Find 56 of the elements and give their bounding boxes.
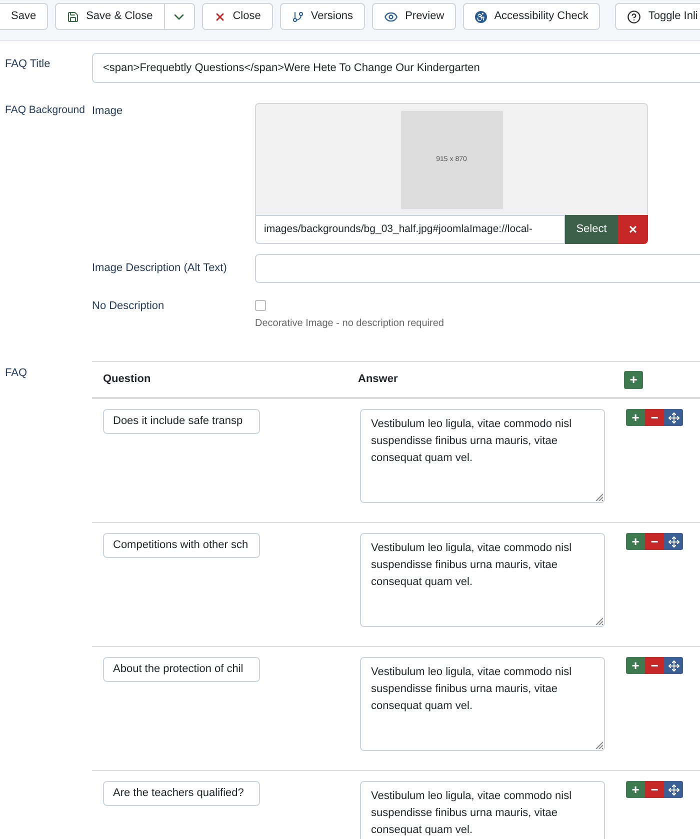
move-icon — [668, 536, 680, 548]
save-icon — [67, 10, 80, 22]
toolbar-button[interactable]: Save & Close — [55, 3, 165, 30]
toolbar-button[interactable]: Save — [0, 3, 48, 30]
add-button[interactable]: + — [626, 533, 645, 550]
toolbar-button[interactable]: Toggle Inli — [615, 3, 700, 30]
remove-button[interactable]: − — [645, 409, 664, 426]
move-button[interactable] — [664, 409, 683, 426]
toolbar-button[interactable]: Close — [202, 3, 273, 30]
remove-button[interactable]: − — [645, 781, 664, 798]
answer-textarea[interactable]: Vestibulum leo ligula, vitae commodo nisl suspendisse finibus urna mauris, vitae consequat quam vel. — [360, 657, 605, 751]
add-button[interactable]: + — [626, 409, 645, 426]
toolbar-button[interactable]: Preview — [372, 3, 456, 30]
move-button[interactable] — [664, 781, 683, 798]
add-button[interactable]: + — [626, 781, 645, 798]
field-label: Image Description (Alt Text) — [92, 261, 228, 276]
field-label: No Description — [92, 299, 166, 314]
image-path-input[interactable]: images/backgrounds/bg_03_half.jpg#joomlaImage://local- — [255, 215, 565, 244]
accessibility-icon — [475, 10, 488, 22]
column-header: Answer — [358, 372, 399, 388]
toolbar-button[interactable]: Versions — [280, 3, 366, 30]
remove-button[interactable]: − — [645, 533, 664, 550]
column-header: Question — [102, 372, 152, 388]
title-input[interactable]: <span>Frequebtly Questions</span>Were Hete To Change Our Kindergarten — [92, 53, 700, 83]
move-icon — [668, 784, 680, 796]
field-label: Image — [92, 104, 124, 119]
question-input[interactable]: Competitions with other sch — [103, 533, 260, 558]
field-label: FAQ — [5, 366, 28, 381]
move-icon — [668, 412, 680, 424]
answer-textarea[interactable]: Vestibulum leo ligula, vitae commodo nisl suspendisse finibus urna mauris, vitae consequat quam vel. — [360, 533, 605, 627]
select-button[interactable]: Select — [565, 215, 618, 244]
hint-text: Decorative Image - no description required — [255, 317, 444, 331]
move-button[interactable] — [664, 657, 683, 674]
checkbox[interactable] — [255, 300, 266, 311]
resize-handle-icon — [595, 617, 603, 625]
answer-textarea[interactable]: Vestibulum leo ligula, vitae commodo nisl suspendisse finibus urna mauris, vitae consequat quam vel. — [360, 781, 605, 839]
resize-handle-icon — [595, 741, 603, 749]
remove-button[interactable]: − — [645, 657, 664, 674]
answer-textarea[interactable]: Vestibulum leo ligula, vitae commodo nisl suspendisse finibus urna mauris, vitae consequat quam vel. — [360, 409, 605, 503]
alt-text-input[interactable] — [255, 254, 700, 283]
add-row-button[interactable]: + — [624, 370, 643, 388]
branch-icon — [292, 10, 304, 22]
clear-button[interactable]: × — [618, 215, 648, 244]
eye-icon — [384, 10, 398, 24]
field-label: FAQ Background — [5, 103, 86, 118]
question-input[interactable]: Does it include safe transp — [103, 409, 260, 434]
question-input[interactable]: About the protection of chil — [103, 657, 260, 682]
add-button[interactable]: + — [626, 657, 645, 674]
question-input[interactable]: Are the teachers qualified? — [103, 781, 260, 806]
resize-handle-icon — [595, 493, 603, 501]
move-button[interactable] — [664, 533, 683, 550]
close-icon — [214, 10, 226, 22]
field-label: FAQ Title — [5, 57, 52, 72]
help-icon — [627, 10, 642, 24]
toolbar-button[interactable]: Accessibility Check — [463, 3, 600, 30]
move-icon — [668, 660, 680, 672]
